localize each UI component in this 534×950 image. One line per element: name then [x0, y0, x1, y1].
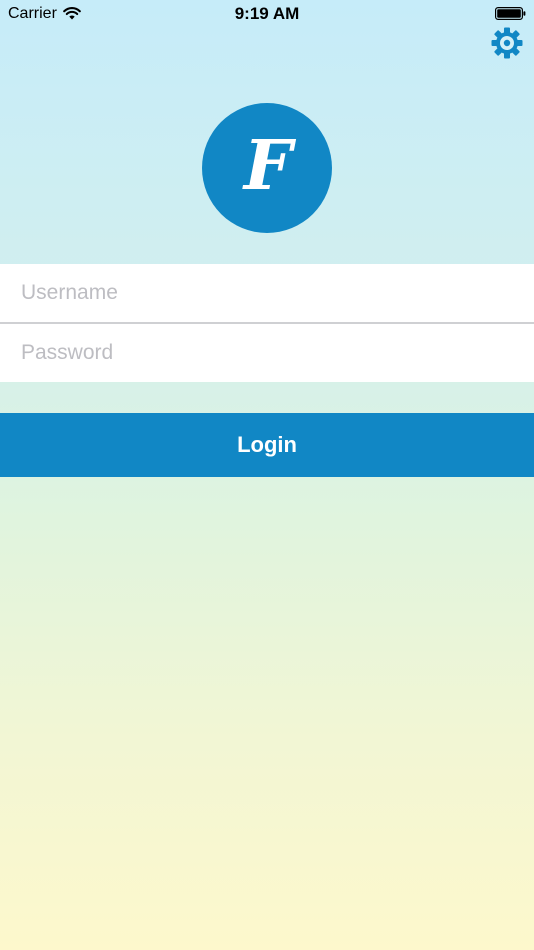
status-bar: Carrier 9:19 AM	[0, 0, 534, 28]
status-time: 9:19 AM	[234, 4, 300, 23]
gear-icon	[491, 27, 523, 59]
battery-icon	[495, 7, 526, 21]
password-input[interactable]	[0, 324, 534, 382]
login-screen: Carrier 9:19 AM F Username Login	[0, 0, 534, 950]
login-form	[0, 264, 534, 382]
login-button[interactable]: Login	[0, 413, 534, 477]
logo-letter: F	[243, 126, 293, 206]
settings-button[interactable]	[490, 26, 524, 60]
app-logo: F	[202, 103, 332, 233]
username-input[interactable]	[0, 264, 534, 322]
